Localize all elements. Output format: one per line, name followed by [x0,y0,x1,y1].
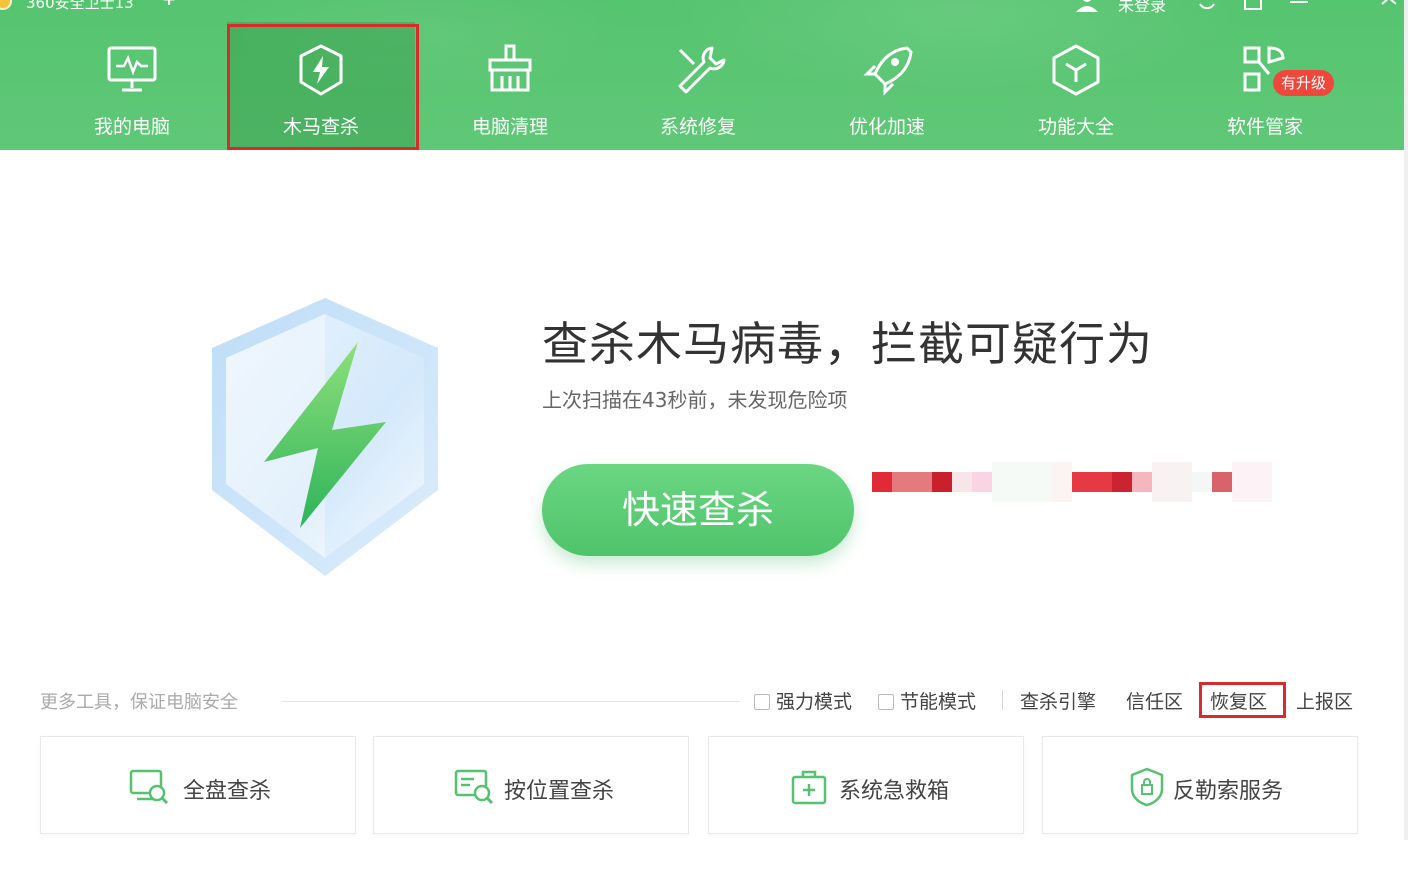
cube-icon [1052,44,1100,96]
strong-mode-option[interactable]: 强力模式 [754,687,852,714]
top-header: 360安全卫士13 + 未登录 我的电脑 木马查杀 电脑清理 系统修复 优化加速… [0,0,1404,150]
app-title: 360安全卫士13 [26,0,134,12]
title-bar: 360安全卫士13 + 未登录 [0,0,1404,16]
first-aid-icon [791,770,827,805]
monitor-icon [107,46,157,92]
card-label: 全盘查杀 [183,779,272,804]
redacted-area [870,452,1274,512]
main-nav: 我的电脑 木马查杀 电脑清理 系统修复 优化加速 功能大全 软件管家 [38,22,1368,150]
shirt-skin-icon[interactable] [1242,0,1264,10]
upgrade-badge[interactable]: 有升级 [1273,70,1335,96]
full-scan-icon [129,769,169,805]
divider [1002,690,1003,710]
shield-lightning-icon [299,44,343,96]
nav-label: 功能大全 [1037,116,1114,138]
broom-icon [488,44,532,92]
scan-engine-link[interactable]: 查杀引擎 [1020,687,1096,714]
nav-label: 木马查杀 [282,116,359,138]
nav-label: 优化加速 [848,116,925,138]
nav-optimize[interactable]: 优化加速 [793,22,981,150]
nav-my-computer[interactable]: 我的电脑 [38,22,226,150]
report-zone-link[interactable]: 上报区 [1296,687,1353,714]
recovery-zone-link[interactable]: 恢复区 [1210,687,1267,714]
divider [282,701,740,702]
option-label: 强力模式 [776,691,853,713]
nav-all-features[interactable]: 功能大全 [982,22,1170,150]
ransomware-shield-icon [1130,767,1164,807]
anti-ransomware-card[interactable]: 反勒索服务 [1042,736,1358,834]
location-scan-icon [454,769,494,805]
card-label: 系统急救箱 [839,779,950,804]
shield-lightning-illustration-icon [212,298,438,576]
power-saving-mode-option[interactable]: 节能模式 [878,687,976,714]
nav-system-repair[interactable]: 系统修复 [604,22,792,150]
nav-trojan-scan[interactable]: 木马查杀 [227,22,415,150]
card-label: 反勒索服务 [1173,779,1284,804]
location-scan-card[interactable]: 按位置查杀 [373,736,689,834]
strong-mode-checkbox[interactable] [754,694,770,710]
login-status[interactable]: 未登录 [1118,0,1166,16]
nav-label: 软件管家 [1226,116,1303,138]
hero-title: 查杀木马病毒，拦截可疑行为 [542,317,1153,371]
user-avatar-icon[interactable] [1074,0,1100,12]
window-edge [1404,0,1408,840]
refresh-icon[interactable] [1196,0,1218,10]
power-saving-checkbox[interactable] [878,694,894,710]
rocket-icon [863,46,913,96]
minimize-icon[interactable] [1334,0,1356,10]
nav-label: 我的电脑 [93,116,170,138]
tools-caption: 更多工具，保证电脑安全 [40,692,238,713]
app-logo-icon [0,0,12,10]
first-aid-card[interactable]: 系统急救箱 [708,736,1024,834]
card-label: 按位置查杀 [504,779,615,804]
last-scan-status: 上次扫描在43秒前，未发现危险项 [542,388,848,412]
close-icon[interactable] [1378,0,1400,10]
menu-icon[interactable] [1288,0,1310,10]
full-scan-card[interactable]: 全盘查杀 [40,736,356,834]
quick-scan-button[interactable]: 快速查杀 [542,464,854,556]
trust-zone-link[interactable]: 信任区 [1126,687,1183,714]
wrench-icon [678,46,726,94]
app-plus-icon[interactable]: + [162,0,176,10]
nav-label: 电脑清理 [471,116,548,138]
option-label: 节能模式 [900,691,977,713]
nav-label: 系统修复 [659,116,736,138]
nav-pc-cleanup[interactable]: 电脑清理 [416,22,604,150]
